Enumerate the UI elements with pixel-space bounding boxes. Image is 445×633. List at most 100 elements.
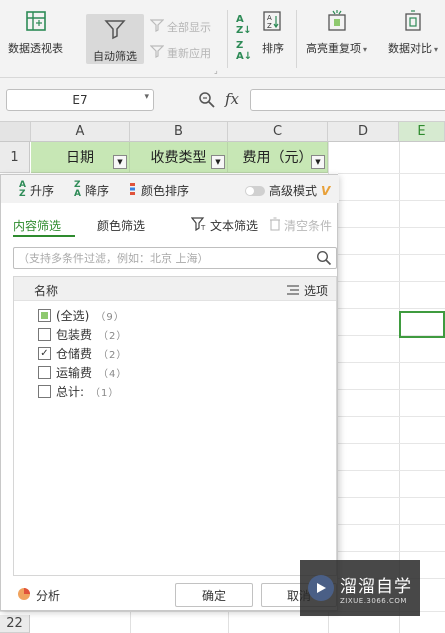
sort-label: 排序 bbox=[262, 42, 284, 55]
checkbox-checked[interactable]: ✓ bbox=[38, 347, 51, 360]
svg-text:A: A bbox=[267, 14, 272, 22]
chevron-down-icon: ▾ bbox=[363, 45, 368, 54]
filter-search-input[interactable]: （支持多条件过滤，例如：北京 上海） bbox=[13, 247, 337, 269]
checkbox[interactable] bbox=[38, 385, 51, 398]
options-label: 选项 bbox=[303, 284, 328, 298]
autofilter-button[interactable]: 自动筛选 bbox=[86, 14, 144, 64]
formula-bar: E7 ▾ fx bbox=[0, 78, 445, 122]
list-item-shipping-fee[interactable]: 运输费 （4） bbox=[38, 364, 127, 381]
grid-line bbox=[338, 254, 445, 255]
item-label: (全选) bbox=[56, 309, 90, 323]
autofilter-label: 自动筛选 bbox=[93, 50, 137, 63]
tab-color-filter[interactable]: 颜色筛选 bbox=[97, 217, 145, 234]
select-all-corner[interactable] bbox=[0, 122, 31, 142]
ribbon-separator bbox=[296, 10, 297, 68]
column-header-b[interactable]: B bbox=[130, 122, 228, 142]
filter-panel: AZ 升序 ZA 降序 颜色排序 高级模式 V 内容筛选 颜色筛选 T 文本筛选… bbox=[0, 174, 339, 611]
trash-icon bbox=[269, 217, 281, 234]
ribbon-separator bbox=[227, 10, 228, 68]
watermark-url: ZIXUE.3066.COM bbox=[340, 596, 407, 605]
sort-descending-button[interactable]: ZA 降序 bbox=[74, 181, 109, 199]
text-filter-icon: T bbox=[190, 217, 207, 234]
fx-icon[interactable]: fx bbox=[225, 90, 239, 108]
filter-dropdown-button[interactable]: ▼ bbox=[211, 155, 225, 169]
list-item-select-all[interactable]: (全选) （9） bbox=[38, 307, 125, 324]
sort-asc-icon[interactable]: A Z↓ bbox=[236, 14, 252, 36]
checkbox[interactable] bbox=[38, 328, 51, 341]
advanced-mode-toggle[interactable]: 高级模式 V bbox=[245, 182, 330, 199]
group-expand-icon[interactable]: ⌟ bbox=[214, 66, 218, 75]
highlight-duplicates-button[interactable]: 高亮重复项 ▾ bbox=[306, 8, 367, 56]
toggle-switch[interactable] bbox=[245, 185, 265, 196]
grid-line bbox=[338, 281, 445, 282]
row-header-1[interactable]: 1 bbox=[0, 142, 30, 173]
grid-line bbox=[338, 497, 445, 498]
color-sort-label: 颜色排序 bbox=[141, 184, 190, 198]
active-tab-indicator bbox=[13, 235, 75, 237]
analyze-button[interactable]: 分析 bbox=[17, 587, 60, 604]
color-sort-icon bbox=[129, 182, 137, 199]
filter-dropdown-button[interactable]: ▼ bbox=[311, 155, 325, 169]
data-compare-label: 数据对比 ▾ bbox=[388, 40, 438, 56]
chevron-down-icon[interactable]: ▾ bbox=[144, 92, 149, 102]
selected-cell-e7[interactable] bbox=[399, 311, 445, 338]
column-header-e[interactable]: E bbox=[399, 122, 445, 142]
sort-button[interactable]: AZ 排序 bbox=[260, 8, 286, 56]
column-header-a[interactable]: A bbox=[31, 122, 130, 142]
column-header-d[interactable]: D bbox=[328, 122, 399, 142]
item-count: （2） bbox=[98, 350, 128, 361]
grid-line bbox=[130, 611, 131, 633]
name-box[interactable]: E7 ▾ bbox=[6, 89, 154, 111]
checkbox-partial[interactable] bbox=[38, 309, 51, 322]
list-item-total[interactable]: 总计: （1） bbox=[38, 383, 119, 400]
formula-input[interactable] bbox=[250, 89, 445, 111]
options-button[interactable]: 选项 bbox=[286, 282, 328, 299]
list-item-packaging-fee[interactable]: 包装费 （2） bbox=[38, 326, 127, 343]
svg-text:T: T bbox=[200, 224, 206, 231]
clear-conditions-button[interactable]: 清空条件 bbox=[269, 217, 332, 234]
analyze-label: 分析 bbox=[36, 589, 61, 603]
sort-ascending-label: 升序 bbox=[29, 183, 54, 198]
zoom-search-icon[interactable] bbox=[198, 91, 216, 113]
options-menu-icon bbox=[286, 284, 299, 298]
grid-line bbox=[228, 611, 229, 633]
sort-desc-icon[interactable]: Z A↓ bbox=[236, 40, 252, 62]
tab-content-filter[interactable]: 内容筛选 bbox=[13, 217, 61, 234]
watermark-logo: 溜溜自学 ZIXUE.3066.COM bbox=[300, 560, 420, 616]
filter-funnel-icon bbox=[102, 16, 128, 42]
color-sort-button[interactable]: 颜色排序 bbox=[129, 182, 189, 199]
reapply-label: 重新应用 bbox=[167, 46, 211, 60]
reapply-button[interactable]: 重新应用 bbox=[149, 44, 211, 61]
sort-desc-icon: ZA bbox=[74, 180, 81, 199]
item-label: 运输费 bbox=[56, 366, 93, 380]
sort-asc-icon: AZ bbox=[19, 180, 26, 199]
item-count: （9） bbox=[95, 312, 125, 323]
header-cell-date[interactable]: 日期 ▼ bbox=[31, 142, 130, 173]
vip-badge-icon: V bbox=[321, 183, 331, 198]
item-label: 仓储费 bbox=[56, 347, 93, 361]
show-all-button[interactable]: 全部显示 bbox=[149, 18, 211, 35]
checkbox[interactable] bbox=[38, 366, 51, 379]
column-header-c[interactable]: C bbox=[228, 122, 328, 142]
ok-button[interactable]: 确定 bbox=[175, 583, 253, 607]
list-item-storage-fee[interactable]: ✓ 仓储费 （2） bbox=[38, 345, 127, 362]
show-all-icon bbox=[149, 18, 165, 35]
grid-line bbox=[338, 362, 445, 363]
sort-ascending-button[interactable]: AZ 升序 bbox=[19, 181, 54, 199]
row-header-22[interactable]: 22 bbox=[0, 615, 30, 633]
data-compare-icon bbox=[400, 8, 426, 34]
grid-line bbox=[338, 200, 445, 201]
search-icon[interactable] bbox=[316, 250, 332, 269]
highlight-duplicates-icon bbox=[324, 8, 350, 34]
pivot-table-icon bbox=[23, 8, 49, 34]
item-label: 包装费 bbox=[56, 328, 93, 342]
reapply-icon bbox=[149, 44, 165, 61]
text-filter-button[interactable]: T 文本筛选 bbox=[190, 217, 258, 234]
search-placeholder: （支持多条件过滤，例如：北京 上海） bbox=[18, 252, 209, 265]
data-compare-button[interactable]: 数据对比 ▾ bbox=[388, 8, 438, 56]
pivot-table-button[interactable]: 数据透视表 bbox=[8, 8, 63, 56]
header-cell-cost[interactable]: 费用（元） ▼ bbox=[228, 142, 328, 173]
filter-dropdown-button[interactable]: ▼ bbox=[113, 155, 127, 169]
ribbon-toolbar: 数据透视表 自动筛选 全部显示 重新应用 ⌟ A Z↓ Z A↓ AZ 排序 高… bbox=[0, 0, 445, 78]
header-cell-fee-type[interactable]: 收费类型 ▼ bbox=[130, 142, 228, 173]
